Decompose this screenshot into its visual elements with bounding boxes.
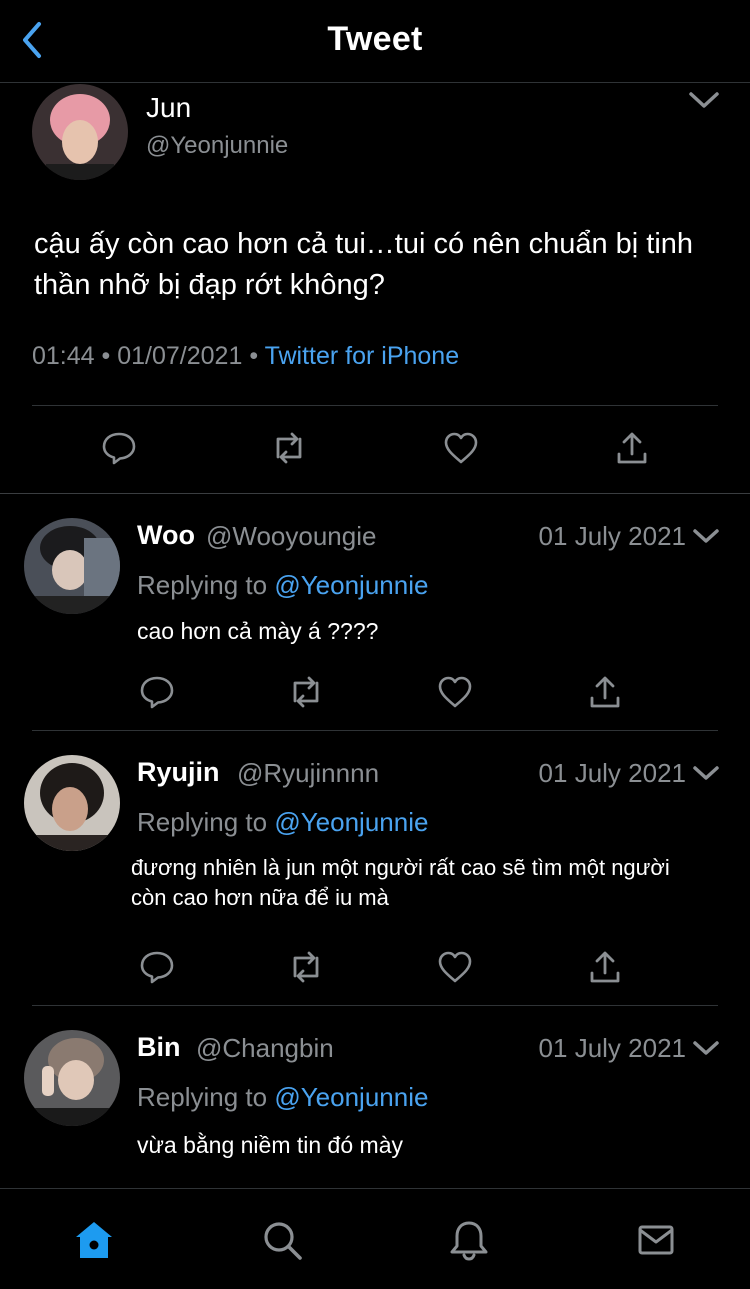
mention-link[interactable]: @Yeonjunnie bbox=[274, 570, 428, 600]
replying-label: Replying to bbox=[137, 570, 268, 600]
replying-to: Replying to @Yeonjunnie bbox=[137, 1082, 428, 1113]
home-icon[interactable] bbox=[69, 1215, 119, 1265]
tab-bar bbox=[0, 1188, 750, 1289]
avatar[interactable] bbox=[24, 518, 120, 614]
avatar[interactable] bbox=[24, 1030, 120, 1126]
reply-tweet[interactable]: Ryujin @Ryujinnnn 01 July 2021 Replying … bbox=[0, 731, 750, 1005]
replying-label: Replying to bbox=[137, 1082, 268, 1112]
like-icon[interactable] bbox=[439, 426, 483, 470]
reply-icon[interactable] bbox=[135, 945, 179, 989]
mention-link[interactable]: @Yeonjunnie bbox=[274, 1082, 428, 1112]
notifications-icon[interactable] bbox=[444, 1215, 494, 1265]
author-name[interactable]: Woo bbox=[137, 520, 195, 551]
meta-separator: • bbox=[249, 342, 259, 370]
tweet-source-link[interactable]: Twitter for iPhone bbox=[265, 342, 460, 370]
reply-tweet[interactable]: Bin @Changbin 01 July 2021 Replying to @… bbox=[0, 1006, 750, 1188]
chevron-down-icon[interactable] bbox=[688, 759, 724, 787]
tweet-date: 01 July 2021 bbox=[538, 1033, 686, 1063]
search-icon[interactable] bbox=[257, 1215, 307, 1265]
author-handle[interactable]: @Yeonjunnie bbox=[146, 132, 288, 160]
author-name[interactable]: Bin bbox=[137, 1032, 181, 1063]
reply-tweet[interactable]: Woo @Wooyoungie 01 July 2021 Replying to… bbox=[0, 494, 750, 730]
mention-link[interactable]: @Yeonjunnie bbox=[274, 807, 428, 837]
tweet-text: đương nhiên là jun một người rất cao sẽ … bbox=[131, 855, 670, 910]
messages-icon[interactable] bbox=[631, 1215, 681, 1265]
share-icon[interactable] bbox=[583, 670, 627, 714]
reply-icon[interactable] bbox=[135, 670, 179, 714]
divider bbox=[32, 405, 718, 406]
reply-icon[interactable] bbox=[97, 426, 141, 470]
tweet-time: 01:44 bbox=[32, 342, 95, 370]
chevron-down-icon[interactable] bbox=[686, 86, 722, 114]
replying-to: Replying to @Yeonjunnie bbox=[137, 570, 428, 601]
tweet-text: vừa bằng niềm tin đó mày bbox=[137, 1132, 403, 1158]
tweet-text: cao hơn cả mày á ???? bbox=[137, 618, 379, 644]
author-handle[interactable]: @Wooyoungie bbox=[206, 521, 376, 552]
like-icon[interactable] bbox=[433, 945, 477, 989]
tweet-text: cậu ấy còn cao hơn cả tui…tui có nên chu… bbox=[34, 228, 694, 301]
share-icon[interactable] bbox=[583, 945, 627, 989]
tweet-meta: 01:44 • 01/07/2021 • Twitter for iPhone bbox=[32, 342, 459, 371]
retweet-icon[interactable] bbox=[267, 426, 311, 470]
chevron-down-icon[interactable] bbox=[688, 1034, 724, 1062]
page-title: Tweet bbox=[327, 20, 423, 58]
author-name[interactable]: Ryujin bbox=[137, 757, 220, 788]
retweet-icon[interactable] bbox=[284, 945, 328, 989]
author-handle[interactable]: @Ryujinnnn bbox=[237, 758, 379, 789]
replying-to: Replying to @Yeonjunnie bbox=[137, 807, 428, 838]
avatar[interactable] bbox=[24, 755, 120, 851]
author-handle[interactable]: @Changbin bbox=[196, 1033, 334, 1064]
author-name[interactable]: Jun bbox=[146, 92, 191, 124]
replying-label: Replying to bbox=[137, 807, 268, 837]
share-icon[interactable] bbox=[610, 426, 654, 470]
avatar[interactable] bbox=[32, 84, 128, 180]
meta-separator: • bbox=[101, 342, 111, 370]
like-icon[interactable] bbox=[433, 670, 477, 714]
chevron-down-icon[interactable] bbox=[688, 522, 724, 550]
tweet-date: 01 July 2021 bbox=[538, 758, 686, 788]
tweet-date: 01 July 2021 bbox=[538, 521, 686, 551]
tweet-date: 01/07/2021 bbox=[117, 342, 243, 370]
top-bar: Tweet bbox=[0, 0, 750, 83]
retweet-icon[interactable] bbox=[284, 670, 328, 714]
